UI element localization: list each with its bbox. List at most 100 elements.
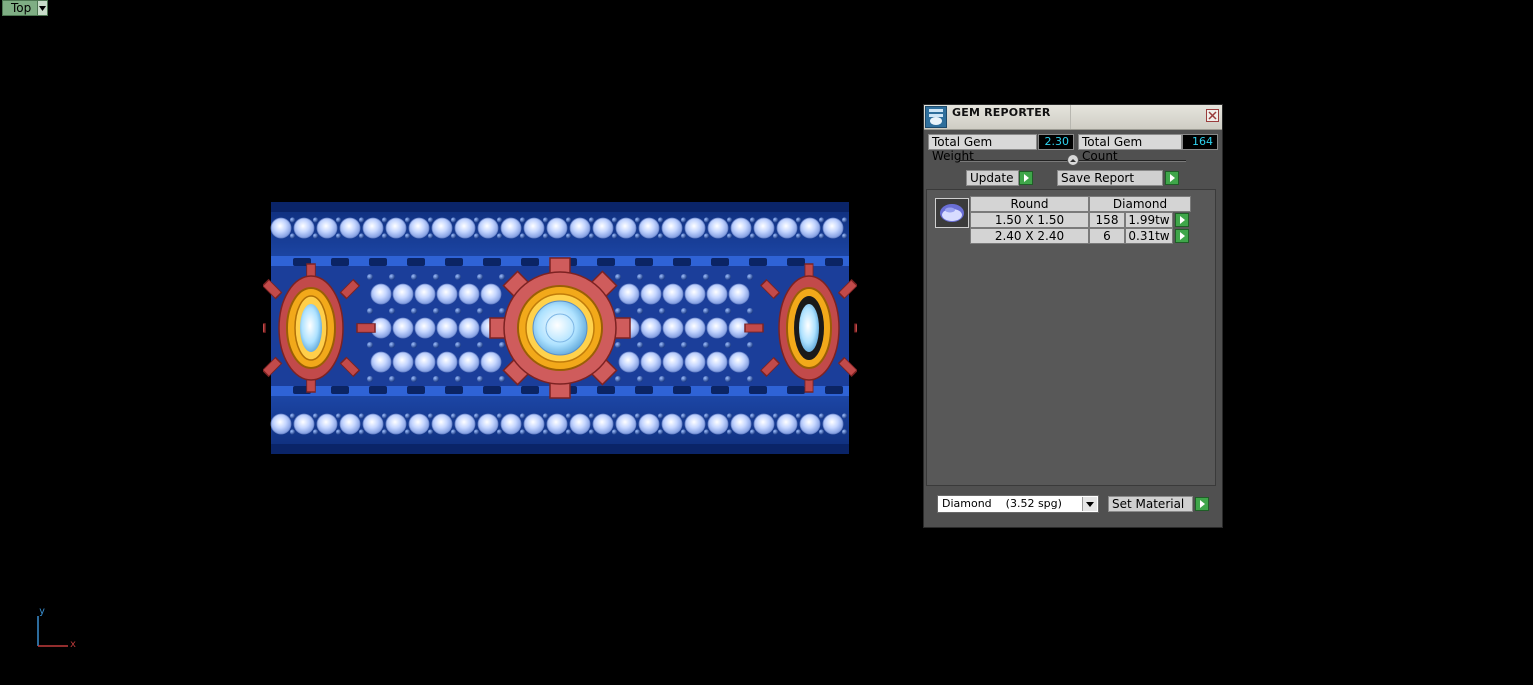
update-button[interactable]: Update: [966, 170, 1019, 186]
pave-gem: [293, 217, 315, 239]
cluster-gem: [640, 317, 662, 339]
chevron-down-icon[interactable]: [1082, 497, 1097, 511]
pave-gem: [270, 217, 292, 239]
prong-bead: [818, 429, 825, 435]
prong-bead: [747, 376, 753, 382]
prong-bead: [772, 429, 779, 435]
total-gem-weight-value: 2.30: [1038, 134, 1074, 150]
pave-gem: [385, 413, 407, 435]
prong-bead: [389, 274, 395, 280]
prong-bead: [659, 308, 665, 314]
prong-bead: [703, 413, 710, 419]
ring-model[interactable]: [246, 198, 874, 458]
prong-bead: [611, 233, 618, 239]
row-1-go-icon[interactable]: [1175, 213, 1189, 227]
channel-slot: [673, 258, 691, 266]
prong-bead: [772, 217, 779, 223]
prong-bead: [795, 233, 802, 239]
panel-titlebar[interactable]: GEM REPORTER: [924, 105, 1222, 130]
prong-bead: [565, 233, 572, 239]
prong-bead: [404, 413, 411, 419]
pave-gem: [316, 413, 338, 435]
pave-gem: [293, 413, 315, 435]
prong-bead: [499, 274, 505, 280]
prong-bead: [450, 413, 457, 419]
channel-slot: [825, 258, 843, 266]
cluster-gem: [370, 351, 392, 373]
prong-bead: [289, 413, 296, 419]
channel-slot: [483, 386, 501, 394]
pave-gem: [822, 413, 844, 435]
prong-bead: [565, 413, 572, 419]
cluster-gem: [436, 283, 458, 305]
prong-bead: [703, 429, 710, 435]
row-2-go-icon[interactable]: [1175, 229, 1189, 243]
prong-bead: [703, 274, 709, 280]
cluster-gem: [392, 351, 414, 373]
view-label[interactable]: Top: [2, 0, 49, 16]
prong-bead: [499, 308, 505, 314]
prong-bead: [615, 342, 621, 348]
prong-bead: [657, 429, 664, 435]
channel-slot: [787, 258, 805, 266]
prong-bead: [795, 217, 802, 223]
save-report-button[interactable]: Save Report: [1057, 170, 1163, 186]
pave-gem: [408, 413, 430, 435]
prong-bead: [358, 217, 365, 223]
prong-bead: [659, 274, 665, 280]
cluster-gem: [480, 351, 502, 373]
channel-slot: [483, 258, 501, 266]
prong-bead: [659, 376, 665, 382]
prong-bead: [427, 429, 434, 435]
prong-bead: [749, 429, 756, 435]
view-dropdown-icon[interactable]: [37, 1, 48, 15]
pave-gem: [822, 217, 844, 239]
material-select[interactable]: Diamond (3.52 spg): [937, 495, 1099, 513]
cluster-gem: [728, 283, 750, 305]
prong-bead: [615, 376, 621, 382]
prong-bead: [358, 429, 365, 435]
pave-gem: [615, 413, 637, 435]
prong-bead: [473, 217, 480, 223]
prong-bead: [289, 429, 296, 435]
3d-viewport[interactable]: Top y x: [0, 0, 1533, 685]
prong-bead: [726, 429, 733, 435]
prong-bead: [725, 342, 731, 348]
update-go-icon[interactable]: [1019, 171, 1033, 185]
prong-bead: [404, 233, 411, 239]
round-gem-icon: [935, 198, 969, 228]
prong-bead: [381, 413, 388, 419]
pave-gem: [339, 217, 361, 239]
channel-slot: [635, 386, 653, 394]
channel-slot: [331, 258, 349, 266]
channel-slot: [749, 386, 767, 394]
pave-gem: [799, 413, 821, 435]
set-material-button[interactable]: Set Material: [1108, 496, 1193, 512]
prong-bead: [358, 233, 365, 239]
pave-gem: [592, 217, 614, 239]
axis-y-label: y: [39, 606, 46, 617]
close-icon[interactable]: [1206, 109, 1219, 122]
prong-bead: [367, 376, 373, 382]
save-report-go-icon[interactable]: [1165, 171, 1179, 185]
panel-splitter-handle[interactable]: [1067, 154, 1079, 166]
pave-gem: [661, 413, 683, 435]
gem-report-list[interactable]: Round Diamond 1.50 X 1.50 158 1.99tw 2.4…: [926, 189, 1216, 486]
cluster-gem: [392, 317, 414, 339]
prong-bead: [519, 413, 526, 419]
set-material-go-icon[interactable]: [1195, 497, 1209, 511]
prong-bead: [404, 217, 411, 223]
cluster-gem: [684, 283, 706, 305]
pave-gem: [339, 413, 361, 435]
pave-gem: [707, 413, 729, 435]
gear-tooth: [246, 323, 266, 333]
cluster-gem: [684, 317, 706, 339]
pave-gem: [362, 413, 384, 435]
pave-gem: [454, 217, 476, 239]
prong-bead: [772, 233, 779, 239]
prong-bead: [726, 233, 733, 239]
material-select-value: Diamond: [942, 497, 992, 510]
prong-bead: [703, 376, 709, 382]
pave-gem: [730, 413, 752, 435]
gear-tooth: [854, 323, 874, 333]
